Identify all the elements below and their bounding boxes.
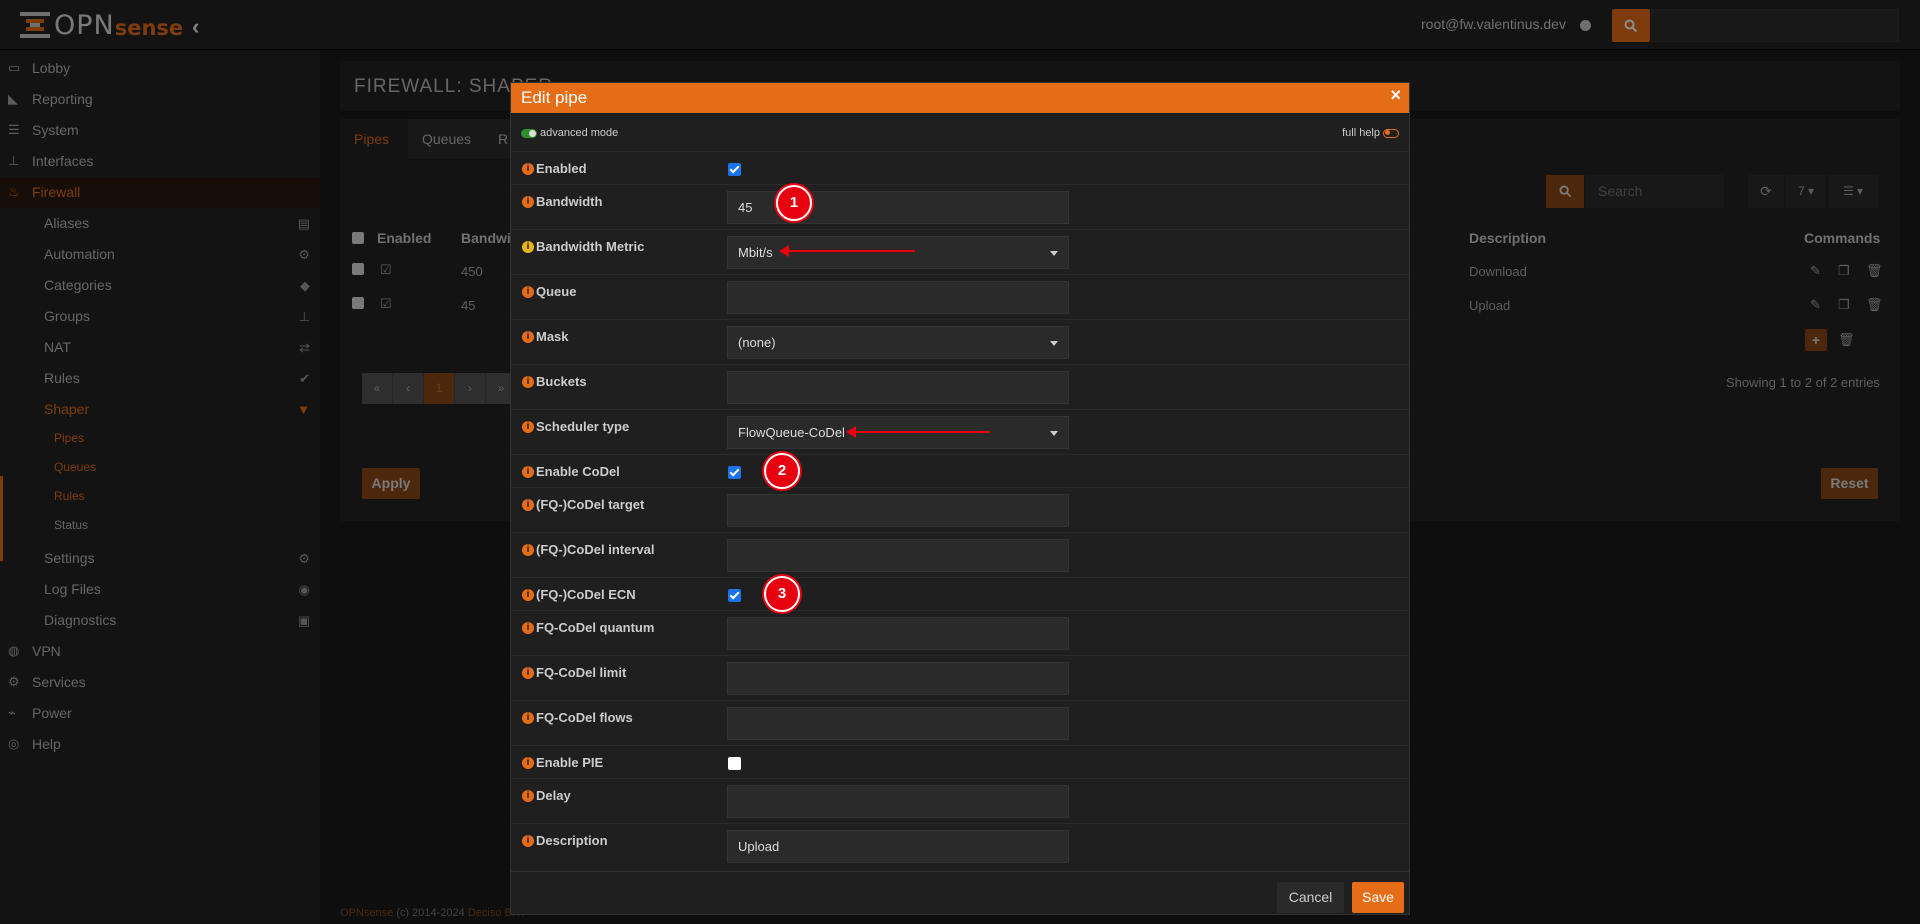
field-row-enabled: i Enabled — [511, 151, 1409, 184]
field-row-bandwidth: i Bandwidth 45 — [511, 184, 1409, 229]
field-row-codel-target: i (FQ-)CoDel target — [511, 487, 1409, 532]
enabled-checkbox[interactable] — [728, 163, 741, 176]
dialog-title: Edit pipe — [521, 88, 588, 107]
dialog-footer: Cancel Save — [511, 871, 1409, 915]
info-icon[interactable]: i — [522, 466, 534, 478]
annotation-badge-2: 2 — [764, 453, 800, 489]
info-icon[interactable]: i — [522, 421, 534, 433]
info-icon[interactable]: i — [522, 622, 534, 634]
info-icon[interactable]: i — [522, 376, 534, 388]
buckets-input[interactable] — [727, 371, 1069, 404]
codel-ecn-checkbox[interactable] — [728, 589, 741, 602]
annotation-badge-1: 1 — [776, 185, 812, 221]
field-row-fq-limit: i FQ-CoDel limit — [511, 655, 1409, 700]
fq-limit-input[interactable] — [727, 662, 1069, 695]
codel-interval-input[interactable] — [727, 539, 1069, 572]
info-icon[interactable]: i — [522, 331, 534, 343]
info-icon[interactable]: i — [522, 712, 534, 724]
info-icon[interactable]: i — [522, 667, 534, 679]
enable-pie-checkbox[interactable] — [728, 757, 741, 770]
annotation-badge-3: 3 — [764, 576, 800, 612]
info-icon[interactable]: i — [522, 757, 534, 769]
field-row-fq-quantum: i FQ-CoDel quantum — [511, 610, 1409, 655]
info-icon[interactable]: i — [522, 196, 534, 208]
field-row-description: i Description Upload — [511, 823, 1409, 871]
field-row-mask: i Mask (none) — [511, 319, 1409, 364]
annotation-arrow-icon — [846, 426, 990, 438]
info-icon[interactable]: i — [522, 286, 534, 298]
cancel-button[interactable]: Cancel — [1277, 882, 1344, 913]
info-icon[interactable]: i — [522, 790, 534, 802]
field-row-bandwidth-metric: i Bandwidth Metric Mbit/s — [511, 229, 1409, 274]
full-help-toggle[interactable]: full help — [1342, 127, 1399, 139]
field-row-enable-pie: i Enable PIE — [511, 745, 1409, 778]
queue-input[interactable] — [727, 281, 1069, 314]
enable-codel-checkbox[interactable] — [728, 466, 741, 479]
info-icon[interactable]: i — [522, 241, 534, 253]
field-row-buckets: i Buckets — [511, 364, 1409, 409]
info-icon[interactable]: i — [522, 589, 534, 601]
save-button[interactable]: Save — [1352, 882, 1404, 913]
dialog-header: Edit pipe × — [511, 83, 1409, 113]
field-row-codel-interval: i (FQ-)CoDel interval — [511, 532, 1409, 577]
field-row-delay: i Delay — [511, 778, 1409, 823]
field-row-fq-flows: i FQ-CoDel flows — [511, 700, 1409, 745]
info-icon[interactable]: i — [522, 163, 534, 175]
codel-target-input[interactable] — [727, 494, 1069, 527]
description-input[interactable]: Upload — [727, 830, 1069, 863]
annotation-arrow-icon — [779, 245, 915, 257]
advanced-mode-toggle[interactable]: advanced mode — [521, 127, 618, 139]
edit-pipe-dialog: Edit pipe × advanced mode full help i En… — [510, 82, 1410, 915]
toggle-off-icon — [1383, 128, 1399, 138]
fq-quantum-input[interactable] — [727, 617, 1069, 650]
field-row-queue: i Queue — [511, 274, 1409, 319]
info-icon[interactable]: i — [522, 544, 534, 556]
close-icon[interactable]: × — [1390, 85, 1401, 106]
toggle-on-icon — [521, 128, 537, 138]
info-icon[interactable]: i — [522, 499, 534, 511]
info-icon[interactable]: i — [522, 835, 534, 847]
fq-flows-input[interactable] — [727, 707, 1069, 740]
field-row-codel-ecn: i (FQ-)CoDel ECN — [511, 577, 1409, 610]
mask-select[interactable]: (none) — [727, 326, 1069, 359]
field-row-enable-codel: i Enable CoDel — [511, 454, 1409, 487]
delay-input[interactable] — [727, 785, 1069, 818]
